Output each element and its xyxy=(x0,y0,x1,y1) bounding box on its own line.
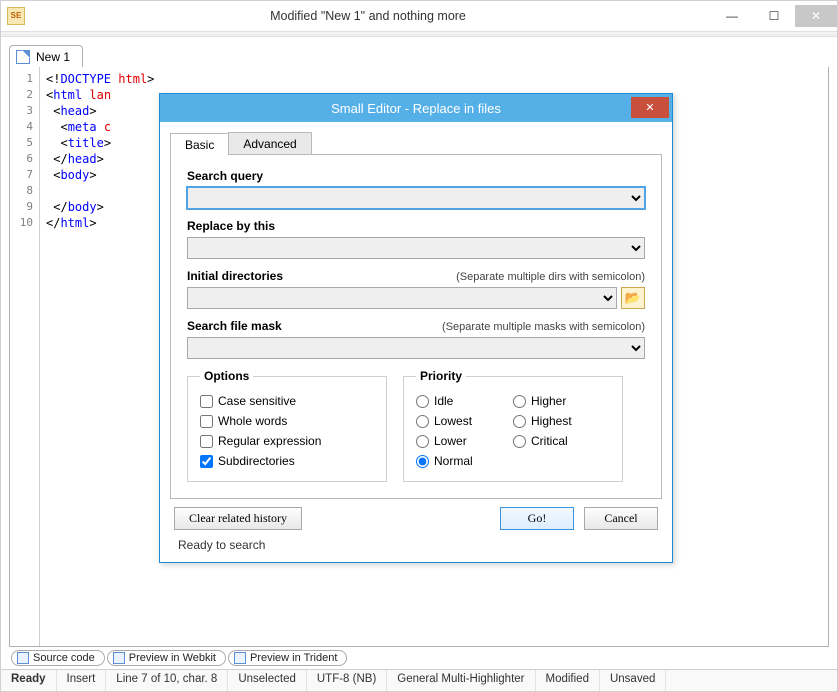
options-group: Options Case sensitive Whole words Regul… xyxy=(187,369,387,482)
dialog-body: Basic Advanced Search query Replace by t… xyxy=(160,122,672,562)
dialog-close-button[interactable]: ✕ xyxy=(631,97,669,118)
window-title: Modified "New 1" and nothing more xyxy=(25,9,711,23)
status-state: Ready xyxy=(1,670,57,691)
opt-case-label: Case sensitive xyxy=(218,394,296,408)
view-tab-label: Source code xyxy=(33,652,95,664)
priority-group: Priority Idle Lowest Lower Normal Higher… xyxy=(403,369,623,482)
prio-normal-label: Normal xyxy=(434,454,473,468)
statusbar: Ready Insert Line 7 of 10, char. 8 Unsel… xyxy=(1,669,837,691)
mask-hint: (Separate multiple masks with semicolon) xyxy=(442,321,645,333)
webkit-icon xyxy=(113,652,125,664)
view-tab-label: Preview in Trident xyxy=(250,652,337,664)
status-selection: Unselected xyxy=(228,670,307,691)
search-query-input[interactable] xyxy=(187,187,645,209)
opt-regex-row[interactable]: Regular expression xyxy=(200,431,374,451)
line-gutter: 12345678910 xyxy=(10,67,40,646)
cancel-button[interactable]: Cancel xyxy=(584,507,658,530)
tab-advanced[interactable]: Advanced xyxy=(228,132,311,154)
status-dirty: Modified xyxy=(536,670,600,691)
opt-regex[interactable] xyxy=(200,435,213,448)
prio-normal[interactable] xyxy=(416,455,429,468)
doc-tab-label: New 1 xyxy=(36,50,70,64)
opt-whole-label: Whole words xyxy=(218,414,287,428)
status-cursor: Line 7 of 10, char. 8 xyxy=(106,670,228,691)
prio-lowest[interactable] xyxy=(416,415,429,428)
prio-higher[interactable] xyxy=(513,395,526,408)
opt-subdirs-label: Subdirectories xyxy=(218,454,295,468)
mask-input[interactable] xyxy=(187,337,645,359)
clear-history-button[interactable]: Clear related history xyxy=(174,507,302,530)
prio-lower-label: Lower xyxy=(434,434,467,448)
close-button[interactable]: ✕ xyxy=(795,5,837,27)
replace-dialog: Small Editor - Replace in files ✕ Basic … xyxy=(159,93,673,563)
prio-critical-label: Critical xyxy=(531,434,568,448)
status-highlighter: General Multi-Highlighter xyxy=(387,670,535,691)
replace-input[interactable] xyxy=(187,237,645,259)
prio-idle[interactable] xyxy=(416,395,429,408)
doc-tabs: New 1 xyxy=(9,45,829,67)
opt-regex-label: Regular expression xyxy=(218,434,321,448)
app-icon: SE xyxy=(7,7,25,25)
opt-whole-row[interactable]: Whole words xyxy=(200,411,374,431)
prio-critical-row[interactable]: Critical xyxy=(513,431,610,451)
folder-open-icon: 📂 xyxy=(625,290,641,306)
dirs-hint: (Separate multiple dirs with semicolon) xyxy=(456,271,645,283)
tab-basic[interactable]: Basic xyxy=(170,133,229,155)
view-tab-source[interactable]: Source code xyxy=(11,650,105,666)
prio-lower-row[interactable]: Lower xyxy=(416,431,513,451)
prio-higher-row[interactable]: Higher xyxy=(513,391,610,411)
minimize-button[interactable]: — xyxy=(711,5,753,27)
status-encoding: UTF-8 (NB) xyxy=(307,670,387,691)
trident-icon xyxy=(234,652,246,664)
view-tab-label: Preview in Webkit xyxy=(129,652,216,664)
view-tab-trident[interactable]: Preview in Trident xyxy=(228,650,347,666)
prio-critical[interactable] xyxy=(513,435,526,448)
view-tabs: Source code Preview in Webkit Preview in… xyxy=(9,647,829,669)
opt-case-sensitive[interactable] xyxy=(200,395,213,408)
view-tab-webkit[interactable]: Preview in Webkit xyxy=(107,650,226,666)
status-saved: Unsaved xyxy=(600,670,666,691)
opt-case-row[interactable]: Case sensitive xyxy=(200,391,374,411)
prio-normal-row[interactable]: Normal xyxy=(416,451,513,471)
dialog-tabs: Basic Advanced xyxy=(170,132,662,155)
doc-tab-new1[interactable]: New 1 xyxy=(9,45,83,67)
prio-lowest-label: Lowest xyxy=(434,414,472,428)
tab-panel-basic: Search query Replace by this Initial dir… xyxy=(170,155,662,499)
mask-label: Search file mask xyxy=(187,319,282,333)
opt-subdirs-row[interactable]: Subdirectories xyxy=(200,451,374,471)
prio-lowest-row[interactable]: Lowest xyxy=(416,411,513,431)
prio-highest[interactable] xyxy=(513,415,526,428)
opt-subdirs[interactable] xyxy=(200,455,213,468)
dialog-status: Ready to search xyxy=(170,534,662,558)
prio-highest-row[interactable]: Highest xyxy=(513,411,610,431)
replace-label: Replace by this xyxy=(187,219,645,233)
dialog-title: Small Editor - Replace in files xyxy=(331,101,501,116)
maximize-button[interactable]: ☐ xyxy=(753,5,795,27)
dialog-actions: Clear related history Go! Cancel xyxy=(170,499,662,534)
source-icon xyxy=(17,652,29,664)
prio-lower[interactable] xyxy=(416,435,429,448)
go-button[interactable]: Go! xyxy=(500,507,574,530)
browse-dirs-button[interactable]: 📂 xyxy=(621,287,645,309)
options-legend: Options xyxy=(200,369,253,383)
main-window: SE Modified "New 1" and nothing more — ☐… xyxy=(0,0,838,692)
file-icon xyxy=(16,50,30,64)
titlebar: SE Modified "New 1" and nothing more — ☐… xyxy=(1,1,837,31)
window-controls: — ☐ ✕ xyxy=(711,5,837,27)
prio-highest-label: Highest xyxy=(531,414,572,428)
prio-idle-row[interactable]: Idle xyxy=(416,391,513,411)
dialog-titlebar[interactable]: Small Editor - Replace in files ✕ xyxy=(160,94,672,122)
search-query-label: Search query xyxy=(187,169,645,183)
dirs-input[interactable] xyxy=(187,287,617,309)
opt-whole-words[interactable] xyxy=(200,415,213,428)
dirs-label: Initial directories xyxy=(187,269,283,283)
status-mode: Insert xyxy=(57,670,107,691)
priority-legend: Priority xyxy=(416,369,466,383)
prio-higher-label: Higher xyxy=(531,394,566,408)
prio-idle-label: Idle xyxy=(434,394,453,408)
